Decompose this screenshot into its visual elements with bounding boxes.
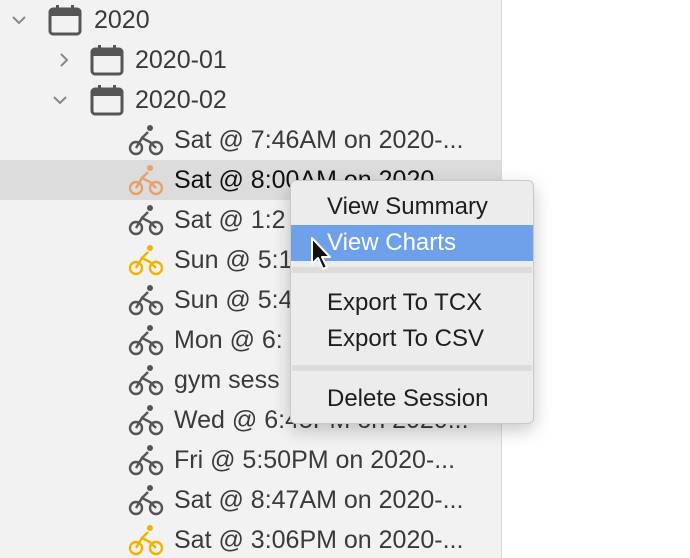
bike-icon: [128, 402, 164, 438]
mouse-pointer-icon: [310, 236, 334, 277]
bike-icon: [128, 522, 164, 558]
tree-year-label: 2020: [94, 6, 150, 34]
session-row[interactable]: Sat @ 7:46AM on 2020-...: [0, 120, 501, 160]
bike-icon: [128, 482, 164, 518]
bike-icon: [128, 242, 164, 278]
bike-icon: [128, 202, 164, 238]
tree-row-year[interactable]: 2020: [0, 0, 501, 40]
menu-item-view-summary[interactable]: View Summary: [291, 189, 533, 225]
calendar-icon: [48, 4, 82, 36]
context-menu: View Summary View Charts Export To TCX E…: [290, 180, 534, 424]
bike-icon: [128, 122, 164, 158]
chevron-down-icon[interactable]: [53, 93, 67, 107]
bike-icon: [128, 322, 164, 358]
chevron-down-icon[interactable]: [12, 13, 26, 27]
session-label: Sat @ 3:06PM on 2020-...: [174, 526, 464, 554]
menu-item-export-tcx[interactable]: Export To TCX: [291, 285, 533, 321]
session-label: Sun @ 5:4: [174, 286, 293, 314]
session-label: Sun @ 5:1: [174, 246, 293, 274]
bike-icon: [128, 362, 164, 398]
bike-icon: [128, 162, 164, 198]
chevron-right-icon[interactable]: [57, 53, 71, 67]
session-row[interactable]: Fri @ 5:50PM on 2020-...: [0, 440, 501, 480]
session-row[interactable]: Sat @ 3:06PM on 2020-...: [0, 520, 501, 558]
menu-item-export-csv[interactable]: Export To CSV: [291, 321, 533, 357]
session-label: Fri @ 5:50PM on 2020-...: [174, 446, 456, 474]
tree-row-month-2020-02[interactable]: 2020-02: [0, 80, 501, 120]
session-label: Sat @ 8:47AM on 2020-...: [174, 486, 464, 514]
session-label: Mon @ 6:: [174, 326, 283, 354]
session-label: gym sess: [174, 366, 280, 394]
bike-icon: [128, 442, 164, 478]
session-label: Sat @ 1:2: [174, 206, 286, 234]
calendar-icon: [90, 44, 124, 76]
bike-icon: [128, 282, 164, 318]
menu-separator: [292, 365, 532, 371]
session-label: Sat @ 7:46AM on 2020-...: [174, 126, 464, 154]
menu-item-delete-session[interactable]: Delete Session: [291, 381, 533, 417]
session-row[interactable]: Sat @ 8:47AM on 2020-...: [0, 480, 501, 520]
tree-row-month-2020-01[interactable]: 2020-01: [0, 40, 501, 80]
tree-month-label: 2020-02: [135, 86, 227, 114]
calendar-icon: [90, 84, 124, 116]
tree-month-label: 2020-01: [135, 46, 227, 74]
